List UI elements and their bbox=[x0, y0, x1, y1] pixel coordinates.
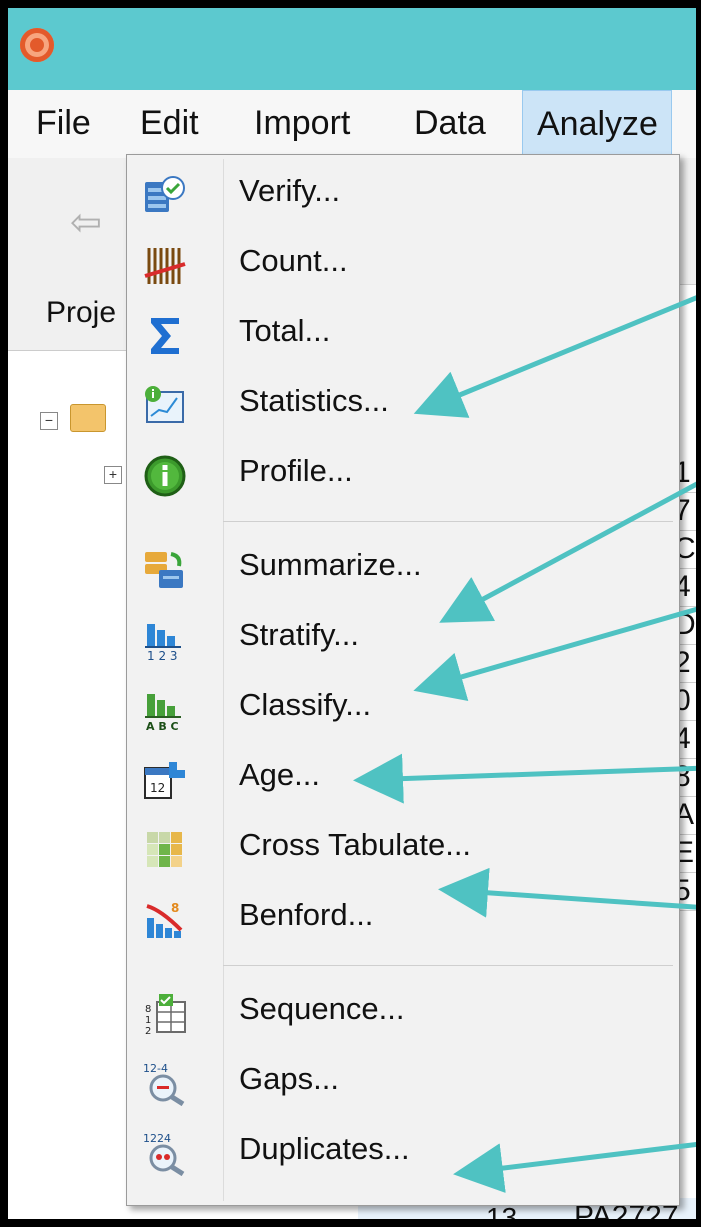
menu-item-verify[interactable]: Verify... bbox=[128, 161, 678, 231]
menu-item-classify[interactable]: A B C Classify... bbox=[128, 675, 678, 745]
menu-item-gaps[interactable]: 12-4 Gaps... bbox=[128, 1049, 678, 1119]
menu-item-label: Summarize... bbox=[239, 547, 422, 582]
menu-item-statistics[interactable]: Statistics... bbox=[128, 371, 678, 441]
duplicates-icon: 1224 bbox=[143, 1132, 185, 1176]
menu-item-label: Sequence... bbox=[239, 991, 405, 1026]
age-icon: 12 bbox=[144, 762, 185, 799]
menu-item-total[interactable]: Total... bbox=[128, 301, 678, 371]
menu-separator bbox=[223, 521, 673, 522]
menu-analyze[interactable]: Analyze bbox=[522, 90, 672, 156]
sequence-icon: 8 1 2 bbox=[145, 994, 186, 1036]
menu-data[interactable]: Data bbox=[400, 90, 500, 156]
folder-icon bbox=[70, 404, 106, 432]
menu-item-label: Verify... bbox=[239, 173, 341, 208]
menu-item-summarize[interactable]: Summarize... bbox=[128, 535, 678, 605]
menu-item-count[interactable]: Count... bbox=[128, 231, 678, 301]
menu-file[interactable]: File bbox=[22, 90, 105, 156]
analyze-menu-dropdown: Verify... Count... Total... Statistics..… bbox=[126, 154, 680, 1206]
profile-icon bbox=[144, 455, 186, 497]
app-window: File Edit Import Data Analyze ⇦ Proje − … bbox=[0, 0, 701, 1227]
menu-item-stratify[interactable]: 1 2 3 Stratify... bbox=[128, 605, 678, 675]
svg-text:1 2 3: 1 2 3 bbox=[147, 649, 178, 662]
classify-icon: A B C bbox=[145, 694, 181, 732]
cross-tabulate-icon bbox=[147, 832, 182, 867]
menu-import[interactable]: Import bbox=[240, 90, 364, 156]
title-bar bbox=[8, 8, 696, 90]
back-arrow-icon[interactable]: ⇦ bbox=[70, 200, 102, 245]
menu-item-label: Count... bbox=[239, 243, 348, 278]
menu-separator bbox=[223, 965, 673, 966]
menu-item-label: Statistics... bbox=[239, 383, 389, 418]
svg-text:2: 2 bbox=[145, 1026, 151, 1036]
svg-text:12: 12 bbox=[150, 781, 165, 795]
app-logo-icon bbox=[20, 28, 54, 62]
svg-text:8: 8 bbox=[145, 1004, 151, 1015]
menu-item-label: Duplicates... bbox=[239, 1131, 410, 1166]
statistics-icon bbox=[145, 386, 184, 423]
svg-text:1224: 1224 bbox=[143, 1132, 171, 1145]
summarize-icon bbox=[145, 552, 183, 588]
menu-item-label: Total... bbox=[239, 313, 331, 348]
benford-icon: 8 bbox=[146, 901, 183, 938]
verify-icon bbox=[145, 176, 185, 212]
menu-item-benford[interactable]: 8 Benford... bbox=[128, 885, 678, 955]
menu-item-label: Cross Tabulate... bbox=[239, 827, 472, 862]
gaps-icon: 12-4 bbox=[143, 1062, 185, 1106]
menu-item-label: Stratify... bbox=[239, 617, 360, 652]
menu-item-profile[interactable]: Profile... bbox=[128, 441, 678, 511]
menu-edit[interactable]: Edit bbox=[126, 90, 213, 156]
menu-item-duplicates[interactable]: 1224 Duplicates... bbox=[128, 1119, 678, 1189]
tree-expand-icon[interactable]: + bbox=[104, 466, 122, 484]
svg-text:12-4: 12-4 bbox=[143, 1062, 168, 1075]
svg-text:8: 8 bbox=[171, 901, 179, 915]
menu-bar: File Edit Import Data Analyze bbox=[8, 90, 696, 159]
svg-text:A B C: A B C bbox=[146, 720, 179, 732]
svg-text:1: 1 bbox=[145, 1015, 151, 1026]
sigma-icon bbox=[151, 318, 179, 354]
menu-item-age[interactable]: 12 Age... bbox=[128, 745, 678, 815]
menu-item-label: Benford... bbox=[239, 897, 374, 932]
project-tab[interactable]: Proje bbox=[46, 296, 116, 330]
menu-item-cross-tabulate[interactable]: Cross Tabulate... bbox=[128, 815, 678, 885]
menu-item-label: Classify... bbox=[239, 687, 372, 722]
menu-item-label: Age... bbox=[239, 757, 320, 792]
stratify-icon: 1 2 3 bbox=[145, 624, 181, 662]
menu-item-sequence[interactable]: 8 1 2 Sequence... bbox=[128, 979, 678, 1049]
menu-item-label: Gaps... bbox=[239, 1061, 339, 1096]
tree-collapse-icon[interactable]: − bbox=[40, 412, 58, 430]
count-icon bbox=[144, 248, 186, 284]
menu-item-label: Profile... bbox=[239, 453, 353, 488]
